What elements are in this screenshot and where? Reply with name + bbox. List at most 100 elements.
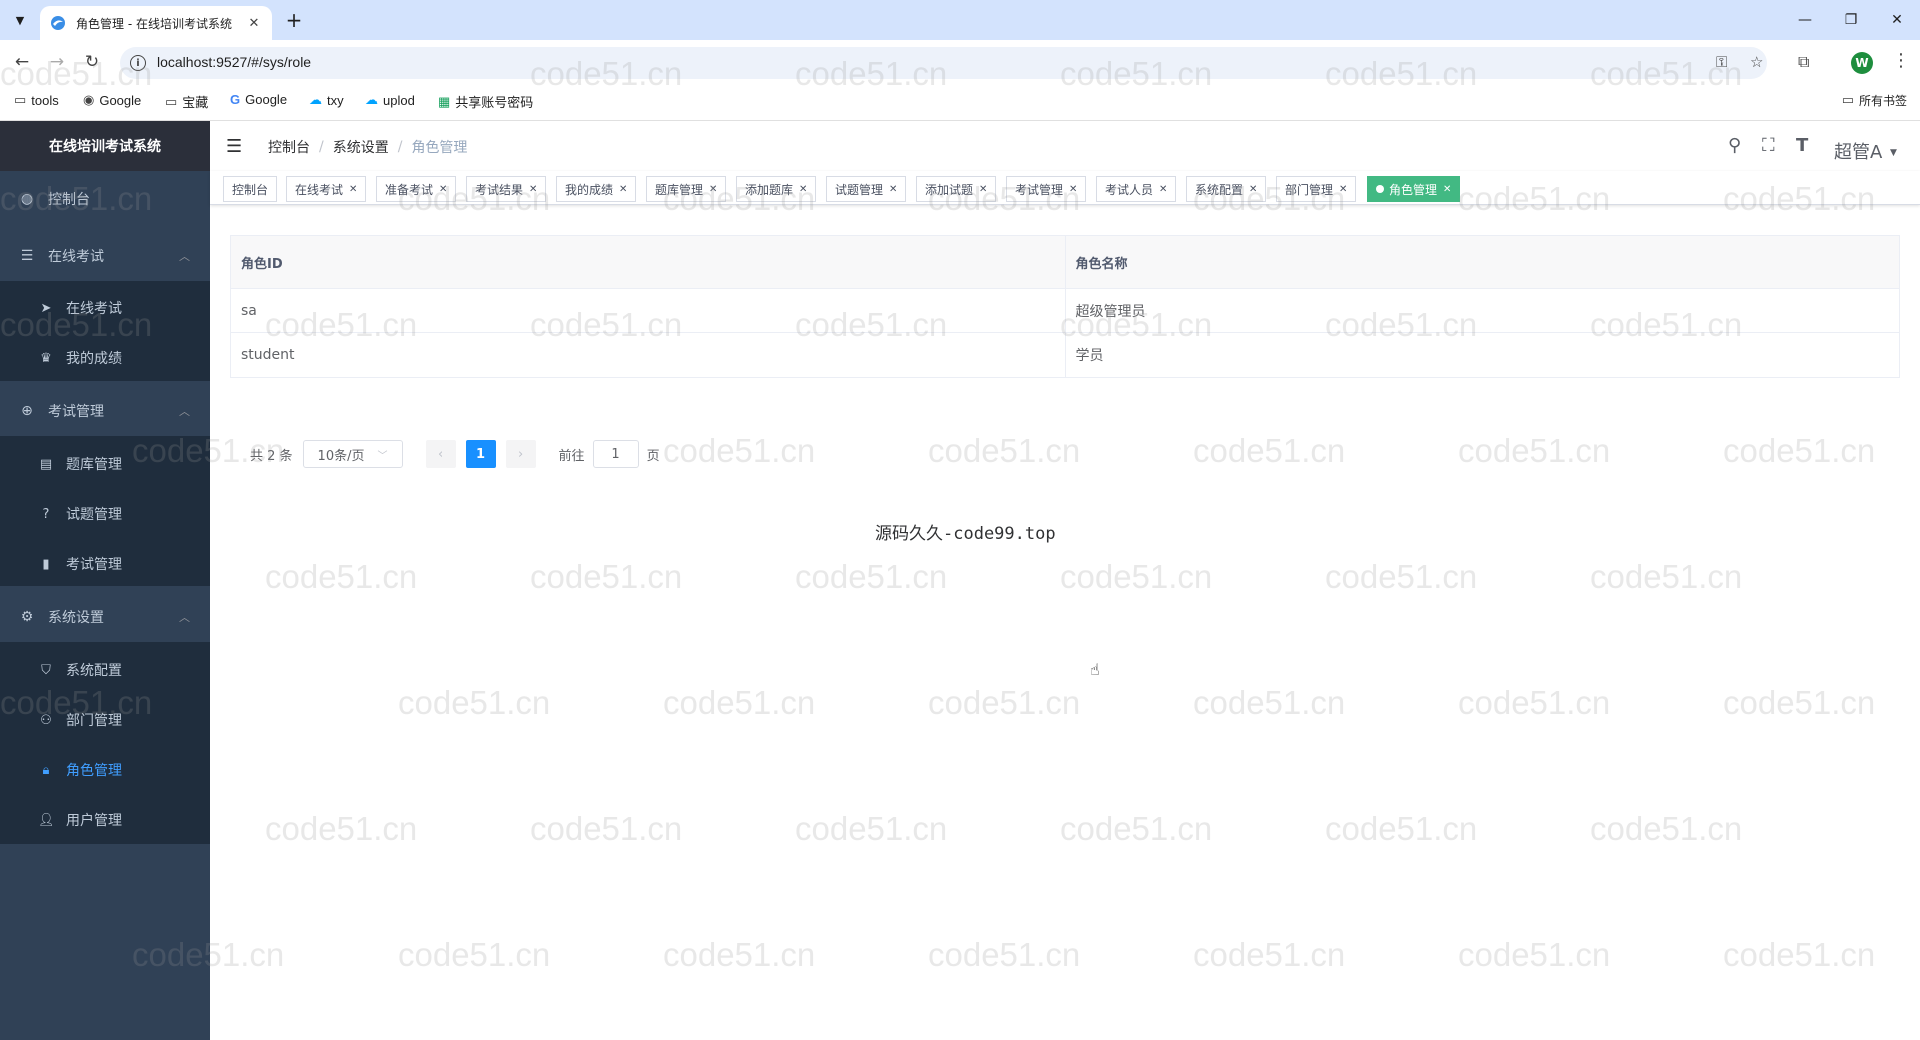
table-row[interactable]: student 学员: [231, 333, 1899, 377]
tag-prepare-exam[interactable]: 准备考试 ✕: [376, 176, 457, 202]
tag-department[interactable]: 部门管理 ✕: [1276, 176, 1357, 202]
watermark: code51.cn: [1458, 936, 1611, 973]
close-icon[interactable]: ✕: [349, 184, 357, 195]
close-icon[interactable]: ✕: [979, 184, 987, 195]
breadcrumb-item[interactable]: 控制台: [268, 137, 310, 157]
sidebar-item-dashboard[interactable]: ◍ 控制台: [0, 174, 210, 224]
address-bar[interactable]: [120, 47, 1767, 79]
page-size-select[interactable]: 10条/页 ﹀: [302, 440, 403, 468]
hamburger-icon[interactable]: ☰: [226, 136, 242, 157]
close-tab-icon[interactable]: ✕: [246, 16, 262, 31]
sidebar-item-label: 我的成绩: [66, 351, 122, 367]
extensions-icon[interactable]: ⧉: [1798, 52, 1809, 72]
bookmark-star-icon[interactable]: ☆: [1750, 53, 1763, 71]
folder-icon: ▭: [14, 92, 27, 107]
browser-tab-active[interactable]: 角色管理 - 在线培训考试系统 ✕: [40, 6, 272, 40]
site-info-icon[interactable]: i: [130, 55, 146, 71]
bookmark-uplod[interactable]: ☁ uplod: [365, 92, 415, 108]
close-icon[interactable]: ✕: [1339, 184, 1347, 195]
sidebar-item-users[interactable]: 👤︎ 用户管理: [0, 795, 210, 845]
bank-icon: ▤: [39, 456, 53, 472]
tag-exam-people[interactable]: 考试人员 ✕: [1096, 176, 1177, 202]
goto-page-input[interactable]: 1: [592, 440, 639, 468]
password-key-icon[interactable]: ⚿: [1716, 53, 1727, 71]
next-page-button[interactable]: ›: [505, 440, 536, 468]
breadcrumb-item[interactable]: 系统设置: [333, 137, 389, 157]
tag-system-config[interactable]: 系统配置 ✕: [1186, 176, 1267, 202]
prev-page-button[interactable]: ‹: [425, 440, 456, 468]
sheet-icon: ▦: [438, 93, 451, 109]
all-bookmarks[interactable]: ▭ 所有书签: [1842, 92, 1907, 109]
tag-dashboard[interactable]: 控制台: [223, 176, 278, 202]
bookmark-tools[interactable]: ▭ tools: [14, 92, 59, 108]
user-dropdown[interactable]: 超管A: [1834, 138, 1882, 164]
tag-online-exam[interactable]: 在线考试 ✕: [286, 176, 367, 202]
address-url[interactable]: localhost:9527/#/sys/role: [157, 54, 311, 70]
tag-add-question[interactable]: 添加试题 ✕: [916, 176, 997, 202]
sidebar-item-label: 系统配置: [66, 663, 122, 679]
bookmark-label: Google: [99, 92, 142, 108]
minimize-button[interactable]: —: [1782, 0, 1828, 40]
bookmark-google-2[interactable]: G Google: [230, 92, 287, 107]
close-icon[interactable]: ✕: [439, 184, 447, 195]
tag-label: 试题管理: [835, 182, 884, 197]
tab-search-button[interactable]: ▼: [8, 8, 32, 32]
bookmark-google[interactable]: ◉ Google: [83, 92, 141, 108]
sidebar-group-exam-manage[interactable]: ⊕ 考试管理 ︿: [0, 386, 210, 436]
site-favicon-icon: [51, 16, 65, 30]
reload-button[interactable]: ↻: [80, 50, 104, 74]
sidebar-item-system-config[interactable]: ⛉ 系统配置: [0, 645, 210, 695]
tag-label: 题库管理: [655, 182, 704, 197]
sidebar-item-online-exam[interactable]: ➤ 在线考试: [0, 283, 210, 333]
book-icon: ▮: [42, 556, 50, 572]
search-icon[interactable]: ⚲: [1728, 135, 1741, 156]
close-icon[interactable]: ✕: [1249, 184, 1257, 195]
close-icon[interactable]: ✕: [709, 184, 717, 195]
sidebar-item-question-bank[interactable]: ▤ 题库管理: [0, 439, 210, 489]
tag-question-manage[interactable]: 试题管理 ✕: [826, 176, 907, 202]
sidebar-item-my-scores[interactable]: ♛ 我的成绩: [0, 333, 210, 383]
table-row[interactable]: sa 超级管理员: [231, 289, 1899, 333]
tag-exam-manage[interactable]: 考试管理 ✕: [1006, 176, 1087, 202]
sidebar-group-system-settings[interactable]: ⚙ 系统设置 ︿: [0, 592, 210, 642]
sidebar-group-online-exam[interactable]: ☰ 在线考试 ︿: [0, 231, 210, 281]
bookmark-txy[interactable]: ☁ txy: [309, 92, 344, 108]
close-icon[interactable]: ✕: [529, 184, 537, 195]
close-window-button[interactable]: ✕: [1874, 0, 1920, 40]
close-icon[interactable]: ✕: [1443, 184, 1451, 195]
tag-exam-result[interactable]: 考试结果 ✕: [466, 176, 547, 202]
breadcrumb-current: 角色管理: [411, 140, 468, 156]
close-icon[interactable]: ✕: [799, 184, 807, 195]
caret-down-icon[interactable]: ▼: [1890, 148, 1897, 158]
tag-my-scores[interactable]: 我的成绩 ✕: [556, 176, 637, 202]
close-icon[interactable]: ✕: [1069, 184, 1077, 195]
bookmark-shared-accounts[interactable]: ▦ 共享账号密码: [438, 92, 533, 111]
sidebar-item-roles[interactable]: 🔒︎ 角色管理: [0, 745, 210, 795]
tag-question-bank[interactable]: 题库管理 ✕: [646, 176, 727, 202]
fullscreen-icon[interactable]: ⛶: [1762, 135, 1775, 156]
font-size-icon[interactable]: T: [1796, 135, 1808, 156]
close-icon[interactable]: ✕: [1159, 184, 1167, 195]
tag-add-bank[interactable]: 添加题库 ✕: [736, 176, 817, 202]
profile-avatar[interactable]: W: [1851, 52, 1873, 74]
restore-button[interactable]: ❐: [1828, 0, 1874, 40]
sidebar-item-department[interactable]: ⚇ 部门管理: [0, 695, 210, 745]
watermark: code51.cn: [265, 558, 418, 595]
lock-icon: 🔒︎: [42, 762, 50, 778]
sidebar-item-label: 用户管理: [66, 813, 122, 829]
sidebar-group-label: 在线考试: [48, 249, 104, 265]
close-icon[interactable]: ✕: [889, 184, 897, 195]
new-tab-button[interactable]: +: [282, 8, 306, 32]
page-number-current[interactable]: 1: [465, 440, 496, 468]
bookmark-baozang[interactable]: ▭ 宝藏: [165, 92, 208, 111]
bookmark-label: Google: [245, 92, 288, 107]
chevron-up-icon: ︿: [179, 405, 190, 418]
back-button[interactable]: ←: [10, 50, 34, 74]
watermark: code51.cn: [1458, 684, 1611, 721]
sidebar-item-question-manage[interactable]: ? 试题管理: [0, 489, 210, 539]
forward-button[interactable]: →: [45, 50, 69, 74]
close-icon[interactable]: ✕: [619, 184, 627, 195]
browser-menu-icon[interactable]: ⋮: [1892, 50, 1910, 71]
sidebar-item-exam-manage[interactable]: ▮ 考试管理: [0, 539, 210, 589]
tag-roles-active[interactable]: 角色管理 ✕: [1367, 176, 1461, 202]
